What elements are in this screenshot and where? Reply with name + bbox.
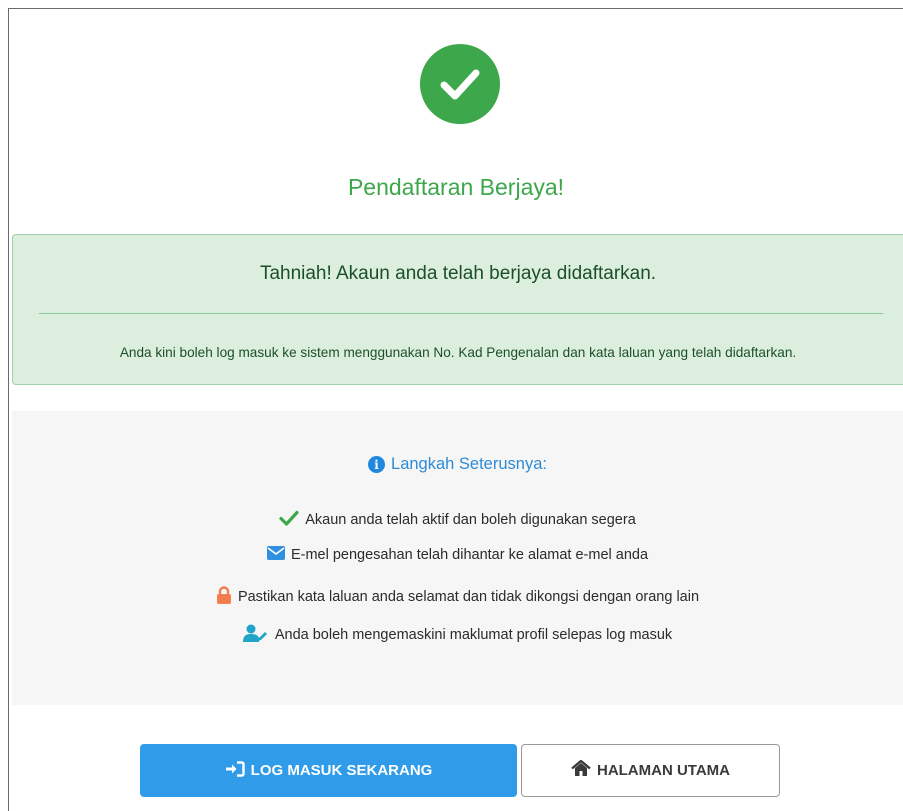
frame-border <box>8 8 9 811</box>
envelope-icon <box>266 546 285 564</box>
alert-body: Anda kini boleh log masuk ke sistem meng… <box>119 345 797 360</box>
alert-divider <box>39 313 883 314</box>
list-item: Pastikan kata laluan anda selamat dan ti… <box>12 586 903 608</box>
step-text: Akaun anda telah aktif dan boleh digunak… <box>305 512 636 528</box>
next-steps-heading: i Langkah Seterusnya: <box>12 455 903 474</box>
alert-heading: Tahniah! Akaun anda telah berjaya didaft… <box>259 263 657 284</box>
home-button-label: HALAMAN UTAMA <box>596 762 731 779</box>
home-button[interactable]: HALAMAN UTAMA <box>521 744 780 797</box>
check-circle-icon <box>420 44 500 124</box>
sign-in-icon <box>225 760 245 781</box>
check-icon <box>279 510 299 530</box>
list-item: Akaun anda telah aktif dan boleh digunak… <box>12 510 903 530</box>
step-text: Pastikan kata laluan anda selamat dan ti… <box>237 589 700 605</box>
next-steps-panel: i Langkah Seterusnya: Akaun anda telah a… <box>12 411 903 705</box>
user-edit-icon <box>242 624 269 646</box>
list-item: E-mel pengesahan telah dihantar ke alama… <box>12 546 903 564</box>
success-alert: Tahniah! Akaun anda telah berjaya didaft… <box>12 234 903 385</box>
list-item: Anda boleh mengemaskini maklumat profil … <box>12 624 903 646</box>
login-button[interactable]: LOG MASUK SEKARANG <box>140 744 517 797</box>
frame-border <box>8 8 903 9</box>
step-text: E-mel pengesahan telah dihantar ke alama… <box>290 547 649 563</box>
lock-icon <box>216 586 232 608</box>
info-icon: i <box>368 456 386 473</box>
page-title: Pendaftaran Berjaya! <box>347 174 565 200</box>
login-button-label: LOG MASUK SEKARANG <box>250 762 433 779</box>
step-text: Anda boleh mengemaskini maklumat profil … <box>274 627 673 643</box>
next-steps-heading-text: Langkah Seterusnya: <box>391 455 547 473</box>
home-icon <box>571 759 591 781</box>
